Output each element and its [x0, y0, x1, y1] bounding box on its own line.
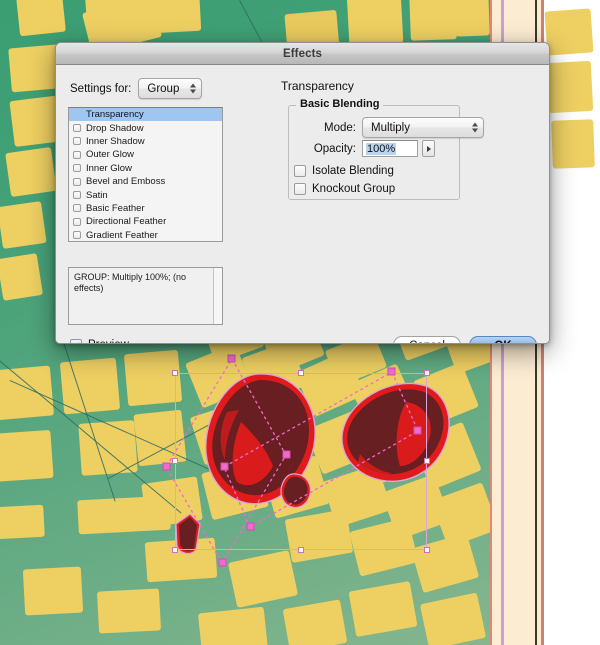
- field-block: [0, 365, 55, 421]
- selection-handle[interactable]: [424, 458, 430, 464]
- summary-scrollbar[interactable]: [213, 268, 222, 324]
- effects-summary-box: GROUP: Multiply 100%; (no effects): [68, 267, 223, 325]
- field-block: [454, 0, 490, 37]
- effects-list-item-label: Gradient Feather: [86, 229, 158, 241]
- effect-checkbox[interactable]: [73, 137, 81, 146]
- field-block: [0, 253, 44, 301]
- triangle-right-icon: [426, 145, 431, 152]
- isolate-blending-row[interactable]: Isolate Blending: [294, 165, 394, 177]
- settings-for-value: Group: [147, 82, 180, 95]
- effects-summary-text: GROUP: Multiply 100%; (no effects): [74, 272, 187, 294]
- preview-label: Preview: [88, 339, 129, 343]
- blend-mode-row: Mode: Multiply: [301, 117, 484, 138]
- field-block: [409, 0, 457, 41]
- effect-checkbox[interactable]: [73, 217, 81, 226]
- basic-blending-legend: Basic Blending: [296, 98, 384, 110]
- effects-dialog[interactable]: Effects Settings for: Group Transparency…: [55, 42, 550, 344]
- effects-list-item[interactable]: Directional Feather: [69, 215, 222, 228]
- field-block: [0, 429, 54, 483]
- effect-checkbox[interactable]: [73, 231, 81, 240]
- effect-checkbox[interactable]: [73, 177, 81, 186]
- blend-mode-label: Mode:: [324, 121, 356, 134]
- effects-list-item[interactable]: Transparency: [69, 108, 222, 122]
- opacity-flyout-button[interactable]: [422, 140, 435, 157]
- field-block: [5, 147, 57, 197]
- effects-list-item-label: Outer Glow: [86, 149, 135, 161]
- dialog-titlebar[interactable]: Effects: [56, 43, 549, 65]
- blend-mode-dropdown[interactable]: Multiply: [362, 117, 484, 138]
- cancel-button[interactable]: Cancel: [393, 336, 461, 343]
- effect-checkbox[interactable]: [73, 124, 81, 133]
- dialog-button-row: Cancel OK: [393, 336, 537, 343]
- knockout-group-row[interactable]: Knockout Group: [294, 183, 395, 195]
- effects-list-item[interactable]: Inner Glow: [69, 162, 222, 175]
- opacity-input[interactable]: 100%: [362, 140, 418, 157]
- selection-handle[interactable]: [424, 370, 430, 376]
- blend-mode-value: Multiply: [371, 121, 410, 134]
- field-block: [346, 0, 404, 46]
- field-block: [0, 201, 47, 249]
- panel-title: Transparency: [281, 79, 354, 93]
- settings-for-row: Settings for: Group: [70, 78, 203, 99]
- effects-list-item-label: Bevel and Emboss: [86, 176, 166, 188]
- field-block: [197, 606, 269, 645]
- effects-list-item[interactable]: Bevel and Emboss: [69, 175, 222, 188]
- effects-list[interactable]: Transparency Drop Shadow Inner Shadow Outer…: [68, 107, 223, 242]
- field-block: [96, 588, 162, 634]
- effects-list-item-label: Directional Feather: [86, 216, 167, 228]
- field-block: [551, 119, 595, 169]
- field-block: [546, 60, 594, 114]
- effects-list-item[interactable]: Drop Shadow: [69, 121, 222, 134]
- effects-list-item[interactable]: Inner Shadow: [69, 135, 222, 148]
- effects-list-item[interactable]: Outer Glow: [69, 148, 222, 161]
- effects-list-item-label: Inner Glow: [86, 162, 132, 174]
- effects-list-item[interactable]: Satin: [69, 188, 222, 201]
- effects-list-item-label: Satin: [86, 189, 108, 201]
- isolate-blending-checkbox[interactable]: [294, 165, 306, 177]
- settings-for-dropdown[interactable]: Group: [138, 78, 203, 99]
- knockout-group-label: Knockout Group: [312, 183, 396, 195]
- effects-list-item-label: Inner Shadow: [86, 135, 145, 147]
- preview-checkbox[interactable]: [70, 339, 82, 343]
- effects-list-item-label: Drop Shadow: [86, 122, 144, 134]
- stepper-arrows-icon: [471, 121, 478, 134]
- effects-list-item[interactable]: Gradient Feather: [69, 229, 222, 241]
- dialog-body: Settings for: Group Transparency Drop Sha…: [56, 65, 549, 343]
- isolate-blending-label: Isolate Blending: [312, 165, 394, 177]
- effect-checkbox[interactable]: [73, 164, 81, 173]
- effect-checkbox[interactable]: [73, 191, 81, 200]
- opacity-value: 100%: [366, 142, 397, 155]
- field-block: [544, 8, 594, 56]
- effect-checkbox[interactable]: [73, 204, 81, 213]
- knockout-group-checkbox[interactable]: [294, 183, 306, 195]
- effects-list-item-label: Basic Feather: [86, 202, 145, 214]
- field-block: [0, 504, 45, 540]
- settings-for-label: Settings for:: [70, 82, 132, 95]
- ok-button[interactable]: OK: [469, 336, 537, 343]
- effect-checkbox[interactable]: [73, 150, 81, 159]
- field-block: [22, 566, 84, 616]
- selection-dotted-box-right[interactable]: [180, 365, 422, 555]
- dialog-title: Effects: [282, 47, 323, 60]
- opacity-label: Opacity:: [313, 142, 356, 155]
- stepper-arrows-icon: [189, 82, 196, 95]
- field-block: [16, 0, 66, 37]
- preview-row[interactable]: Preview: [70, 339, 129, 343]
- effects-list-item-label: Transparency: [86, 109, 144, 121]
- opacity-row: Opacity: 100%: [301, 140, 435, 157]
- selection-handle[interactable]: [424, 547, 430, 553]
- effects-list-item[interactable]: Basic Feather: [69, 202, 222, 215]
